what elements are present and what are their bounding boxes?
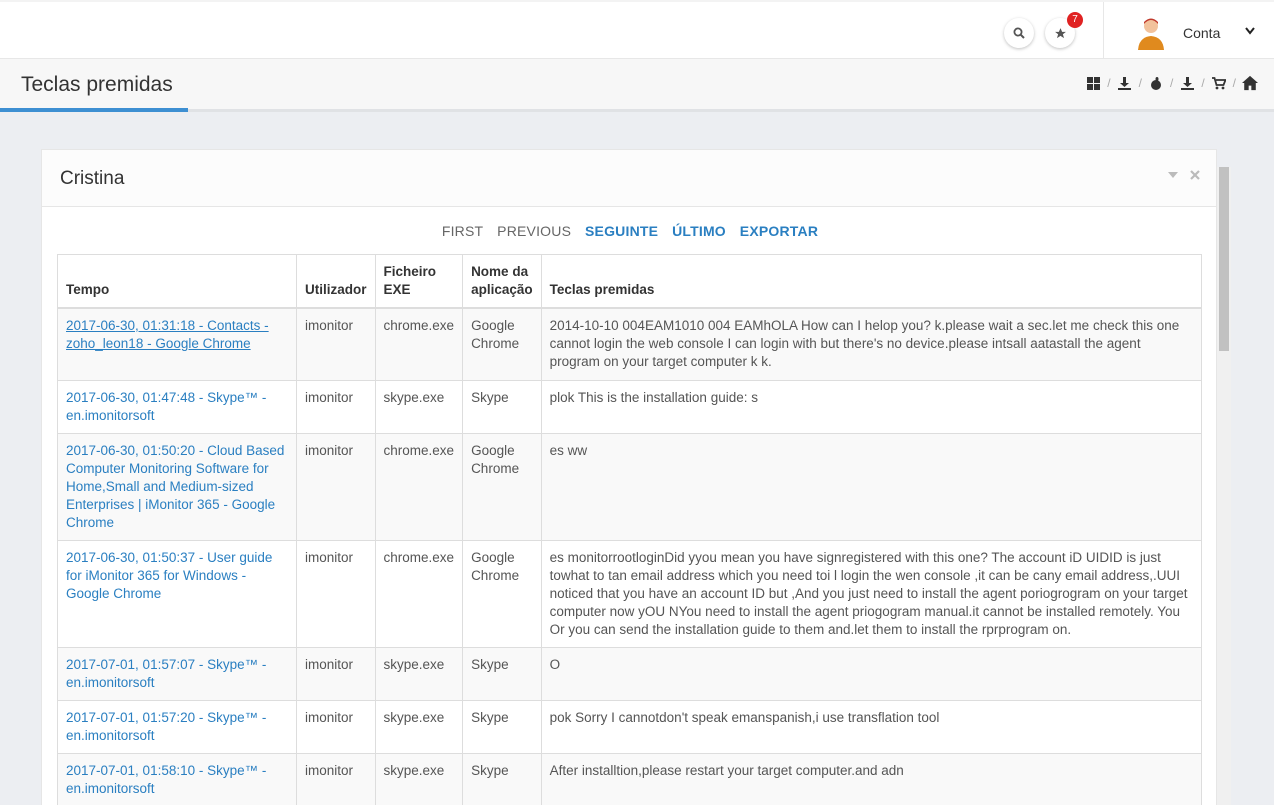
account-label[interactable]: Conta (1183, 25, 1220, 41)
panel-header: Cristina (42, 150, 1216, 207)
row-keys: 2014-10-10 004EAM1010 004 EAMhOLA How ca… (540, 307, 1203, 381)
row-keys: pok Sorry I cannotdon't speak emanspanis… (540, 699, 1203, 754)
separator: / (1138, 76, 1142, 90)
collapse-icon[interactable] (1168, 172, 1178, 178)
row-app: Skype (462, 752, 542, 805)
column-header-user[interactable]: Utilizador (296, 254, 376, 309)
table-row: 2017-07-01, 01:58:10 - Skype™ - en.imoni… (57, 752, 1203, 805)
page-title: Teclas premidas (21, 73, 173, 96)
separator: / (1232, 76, 1236, 90)
row-keys: After installtion,please restart your ta… (540, 752, 1203, 805)
separator: / (1107, 76, 1111, 90)
page-title-bar: Teclas premidas (0, 59, 1274, 112)
row-user: imonitor (296, 379, 376, 434)
column-header-time[interactable]: Tempo (57, 254, 297, 309)
pagination: FIRST PREVIOUS SEGUINTE ÚLTIMO EXPORTAR (42, 223, 1218, 239)
row-user: imonitor (296, 646, 376, 701)
column-header-app[interactable]: Nome da aplicação (462, 254, 542, 309)
panel-tools (1168, 170, 1200, 180)
first-page-link[interactable]: FIRST (442, 223, 483, 239)
table-header-row: Tempo Utilizador Ficheiro EXE Nome da ap… (57, 254, 1203, 309)
separator: / (1201, 76, 1205, 90)
scrollbar[interactable] (1217, 167, 1231, 805)
row-time-link[interactable]: 2017-06-30, 01:50:20 - Cloud Based Compu… (66, 443, 284, 530)
column-header-keys[interactable]: Teclas premidas (540, 254, 1203, 309)
keystrokes-table: Tempo Utilizador Ficheiro EXE Nome da ap… (57, 254, 1203, 805)
row-exe: skype.exe (374, 752, 464, 805)
row-app: Google Chrome (462, 432, 542, 541)
row-exe: skype.exe (374, 646, 464, 701)
notification-badge: 7 (1067, 12, 1083, 28)
download-icon[interactable] (1179, 75, 1195, 91)
row-app: Skype (462, 646, 542, 701)
table-row: 2017-07-01, 01:57:07 - Skype™ - en.imoni… (57, 646, 1203, 701)
row-exe: chrome.exe (374, 432, 464, 541)
star-icon (1054, 27, 1066, 38)
export-link[interactable]: EXPORTAR (740, 223, 818, 239)
row-time-link[interactable]: 2017-06-30, 01:47:48 - Skype™ - en.imoni… (66, 390, 266, 423)
table-row: 2017-06-30, 01:47:48 - Skype™ - en.imoni… (57, 379, 1203, 434)
apple-icon[interactable] (1148, 75, 1164, 91)
row-app: Google Chrome (462, 539, 542, 648)
search-icon (1013, 27, 1025, 39)
row-user: imonitor (296, 752, 376, 805)
row-app: Skype (462, 699, 542, 754)
row-keys: es monitorrootloginDid yyou mean you hav… (540, 539, 1203, 648)
table-row: 2017-07-01, 01:57:20 - Skype™ - en.imoni… (57, 699, 1203, 754)
chevron-down-icon[interactable] (1244, 26, 1256, 36)
row-exe: skype.exe (374, 699, 464, 754)
row-keys: O (540, 646, 1203, 701)
row-time-link[interactable]: 2017-06-30, 01:31:18 - Contacts - zoho_l… (66, 318, 269, 351)
row-exe: skype.exe (374, 379, 464, 434)
row-keys: plok This is the installation guide: s (540, 379, 1203, 434)
row-user: imonitor (296, 539, 376, 648)
keystrokes-panel: Cristina FIRST PREVIOUS SEGUINTE ÚLTIMO … (41, 149, 1217, 805)
last-page-link[interactable]: ÚLTIMO (672, 223, 726, 239)
title-tab-indicator (0, 108, 188, 112)
table-row: 2017-06-30, 01:31:18 - Contacts - zoho_l… (57, 307, 1203, 381)
row-user: imonitor (296, 432, 376, 541)
row-exe: chrome.exe (374, 307, 464, 381)
row-user: imonitor (296, 307, 376, 381)
top-header: 7 Conta (0, 0, 1274, 59)
row-app: Google Chrome (462, 307, 542, 381)
scrollbar-thumb[interactable] (1219, 167, 1229, 351)
row-user: imonitor (296, 699, 376, 754)
previous-page-link[interactable]: PREVIOUS (497, 223, 571, 239)
windows-icon[interactable] (1085, 75, 1101, 91)
row-app: Skype (462, 379, 542, 434)
row-time-link[interactable]: 2017-06-30, 01:50:37 - User guide for iM… (66, 550, 272, 601)
row-keys: es ww (540, 432, 1203, 541)
search-button[interactable] (1004, 18, 1034, 48)
home-icon[interactable] (1242, 75, 1258, 91)
row-time-link[interactable]: 2017-07-01, 01:58:10 - Skype™ - en.imoni… (66, 763, 266, 796)
row-exe: chrome.exe (374, 539, 464, 648)
cart-icon[interactable] (1211, 75, 1227, 91)
close-icon[interactable] (1190, 170, 1200, 180)
avatar[interactable] (1136, 16, 1166, 50)
row-time-link[interactable]: 2017-07-01, 01:57:07 - Skype™ - en.imoni… (66, 657, 266, 690)
table-row: 2017-06-30, 01:50:20 - Cloud Based Compu… (57, 432, 1203, 541)
divider (1103, 2, 1104, 59)
panel-title: Cristina (60, 168, 125, 189)
separator: / (1169, 76, 1174, 90)
favorites-button[interactable]: 7 (1045, 12, 1083, 48)
column-header-exe[interactable]: Ficheiro EXE (374, 254, 464, 309)
row-time-link[interactable]: 2017-07-01, 01:57:20 - Skype™ - en.imoni… (66, 710, 266, 743)
platform-toolbar: / / / / / (1085, 75, 1258, 91)
table-row: 2017-06-30, 01:50:37 - User guide for iM… (57, 539, 1203, 648)
next-page-link[interactable]: SEGUINTE (585, 223, 658, 239)
download-icon[interactable] (1117, 75, 1133, 91)
